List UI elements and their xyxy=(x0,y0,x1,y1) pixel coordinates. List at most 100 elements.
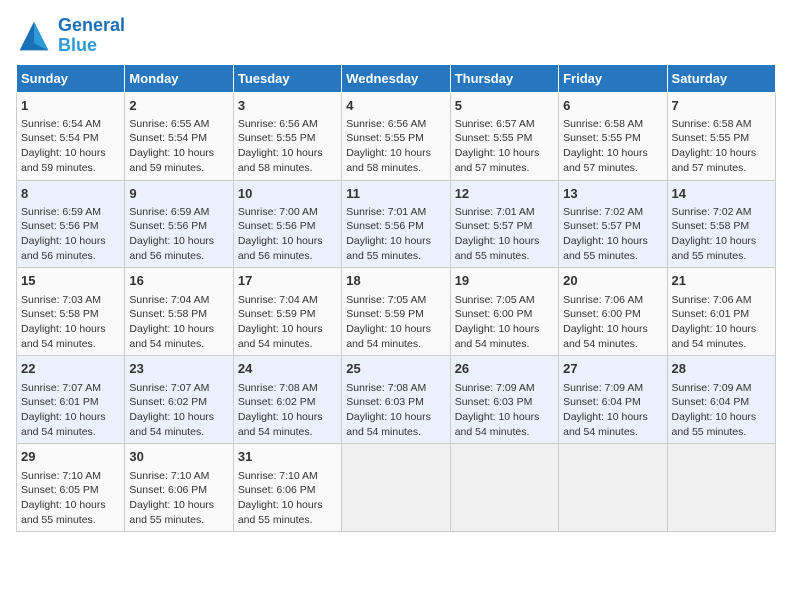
day-details: Sunrise: 6:57 AM Sunset: 5:55 PM Dayligh… xyxy=(455,117,554,176)
day-details: Sunrise: 7:05 AM Sunset: 5:59 PM Dayligh… xyxy=(346,293,445,352)
table-row: 30 Sunrise: 7:10 AM Sunset: 6:06 PM Dayl… xyxy=(125,444,233,532)
day-details: Sunrise: 7:09 AM Sunset: 6:04 PM Dayligh… xyxy=(672,381,771,440)
day-number: 19 xyxy=(455,272,554,290)
day-details: Sunrise: 7:07 AM Sunset: 6:01 PM Dayligh… xyxy=(21,381,120,440)
day-details: Sunrise: 6:58 AM Sunset: 5:55 PM Dayligh… xyxy=(672,117,771,176)
table-row: 31 Sunrise: 7:10 AM Sunset: 6:06 PM Dayl… xyxy=(233,444,341,532)
day-number: 29 xyxy=(21,448,120,466)
table-row: 21 Sunrise: 7:06 AM Sunset: 6:01 PM Dayl… xyxy=(667,268,775,356)
day-details: Sunrise: 7:06 AM Sunset: 6:00 PM Dayligh… xyxy=(563,293,662,352)
calendar-header-row: SundayMondayTuesdayWednesdayThursdayFrid… xyxy=(17,64,776,92)
table-row: 5 Sunrise: 6:57 AM Sunset: 5:55 PM Dayli… xyxy=(450,92,558,180)
day-of-week-header: Saturday xyxy=(667,64,775,92)
day-number: 1 xyxy=(21,97,120,115)
day-details: Sunrise: 6:55 AM Sunset: 5:54 PM Dayligh… xyxy=(129,117,228,176)
day-number: 21 xyxy=(672,272,771,290)
day-number: 17 xyxy=(238,272,337,290)
day-details: Sunrise: 7:01 AM Sunset: 5:57 PM Dayligh… xyxy=(455,205,554,264)
day-details: Sunrise: 7:02 AM Sunset: 5:58 PM Dayligh… xyxy=(672,205,771,264)
day-of-week-header: Tuesday xyxy=(233,64,341,92)
day-number: 15 xyxy=(21,272,120,290)
table-row: 14 Sunrise: 7:02 AM Sunset: 5:58 PM Dayl… xyxy=(667,180,775,268)
table-row: 7 Sunrise: 6:58 AM Sunset: 5:55 PM Dayli… xyxy=(667,92,775,180)
day-details: Sunrise: 7:02 AM Sunset: 5:57 PM Dayligh… xyxy=(563,205,662,264)
day-number: 27 xyxy=(563,360,662,378)
table-row: 27 Sunrise: 7:09 AM Sunset: 6:04 PM Dayl… xyxy=(559,356,667,444)
day-number: 2 xyxy=(129,97,228,115)
day-number: 12 xyxy=(455,185,554,203)
logo: General Blue xyxy=(16,16,125,56)
table-row xyxy=(667,444,775,532)
page-header: General Blue xyxy=(16,16,776,56)
day-number: 30 xyxy=(129,448,228,466)
day-number: 6 xyxy=(563,97,662,115)
calendar-week-row: 8 Sunrise: 6:59 AM Sunset: 5:56 PM Dayli… xyxy=(17,180,776,268)
day-details: Sunrise: 7:08 AM Sunset: 6:02 PM Dayligh… xyxy=(238,381,337,440)
day-details: Sunrise: 6:54 AM Sunset: 5:54 PM Dayligh… xyxy=(21,117,120,176)
day-details: Sunrise: 7:10 AM Sunset: 6:06 PM Dayligh… xyxy=(238,469,337,528)
table-row: 6 Sunrise: 6:58 AM Sunset: 5:55 PM Dayli… xyxy=(559,92,667,180)
day-of-week-header: Thursday xyxy=(450,64,558,92)
day-details: Sunrise: 7:04 AM Sunset: 5:59 PM Dayligh… xyxy=(238,293,337,352)
day-number: 31 xyxy=(238,448,337,466)
table-row: 22 Sunrise: 7:07 AM Sunset: 6:01 PM Dayl… xyxy=(17,356,125,444)
day-details: Sunrise: 7:04 AM Sunset: 5:58 PM Dayligh… xyxy=(129,293,228,352)
table-row: 13 Sunrise: 7:02 AM Sunset: 5:57 PM Dayl… xyxy=(559,180,667,268)
day-details: Sunrise: 7:03 AM Sunset: 5:58 PM Dayligh… xyxy=(21,293,120,352)
day-number: 5 xyxy=(455,97,554,115)
table-row: 28 Sunrise: 7:09 AM Sunset: 6:04 PM Dayl… xyxy=(667,356,775,444)
day-number: 13 xyxy=(563,185,662,203)
day-number: 3 xyxy=(238,97,337,115)
table-row: 18 Sunrise: 7:05 AM Sunset: 5:59 PM Dayl… xyxy=(342,268,450,356)
day-details: Sunrise: 6:58 AM Sunset: 5:55 PM Dayligh… xyxy=(563,117,662,176)
table-row xyxy=(559,444,667,532)
day-details: Sunrise: 7:05 AM Sunset: 6:00 PM Dayligh… xyxy=(455,293,554,352)
table-row: 19 Sunrise: 7:05 AM Sunset: 6:00 PM Dayl… xyxy=(450,268,558,356)
table-row: 16 Sunrise: 7:04 AM Sunset: 5:58 PM Dayl… xyxy=(125,268,233,356)
day-details: Sunrise: 6:59 AM Sunset: 5:56 PM Dayligh… xyxy=(129,205,228,264)
day-details: Sunrise: 7:08 AM Sunset: 6:03 PM Dayligh… xyxy=(346,381,445,440)
day-number: 22 xyxy=(21,360,120,378)
day-number: 20 xyxy=(563,272,662,290)
day-number: 4 xyxy=(346,97,445,115)
day-number: 25 xyxy=(346,360,445,378)
table-row: 29 Sunrise: 7:10 AM Sunset: 6:05 PM Dayl… xyxy=(17,444,125,532)
calendar-week-row: 1 Sunrise: 6:54 AM Sunset: 5:54 PM Dayli… xyxy=(17,92,776,180)
table-row: 1 Sunrise: 6:54 AM Sunset: 5:54 PM Dayli… xyxy=(17,92,125,180)
table-row: 12 Sunrise: 7:01 AM Sunset: 5:57 PM Dayl… xyxy=(450,180,558,268)
day-number: 14 xyxy=(672,185,771,203)
day-number: 28 xyxy=(672,360,771,378)
day-number: 9 xyxy=(129,185,228,203)
table-row xyxy=(450,444,558,532)
day-number: 8 xyxy=(21,185,120,203)
day-details: Sunrise: 7:00 AM Sunset: 5:56 PM Dayligh… xyxy=(238,205,337,264)
table-row: 9 Sunrise: 6:59 AM Sunset: 5:56 PM Dayli… xyxy=(125,180,233,268)
day-details: Sunrise: 7:09 AM Sunset: 6:03 PM Dayligh… xyxy=(455,381,554,440)
logo-text: General Blue xyxy=(58,16,125,56)
day-details: Sunrise: 6:59 AM Sunset: 5:56 PM Dayligh… xyxy=(21,205,120,264)
day-number: 11 xyxy=(346,185,445,203)
table-row: 15 Sunrise: 7:03 AM Sunset: 5:58 PM Dayl… xyxy=(17,268,125,356)
table-row: 25 Sunrise: 7:08 AM Sunset: 6:03 PM Dayl… xyxy=(342,356,450,444)
day-details: Sunrise: 7:10 AM Sunset: 6:06 PM Dayligh… xyxy=(129,469,228,528)
table-row: 11 Sunrise: 7:01 AM Sunset: 5:56 PM Dayl… xyxy=(342,180,450,268)
table-row xyxy=(342,444,450,532)
table-row: 24 Sunrise: 7:08 AM Sunset: 6:02 PM Dayl… xyxy=(233,356,341,444)
table-row: 8 Sunrise: 6:59 AM Sunset: 5:56 PM Dayli… xyxy=(17,180,125,268)
day-of-week-header: Wednesday xyxy=(342,64,450,92)
day-number: 26 xyxy=(455,360,554,378)
table-row: 23 Sunrise: 7:07 AM Sunset: 6:02 PM Dayl… xyxy=(125,356,233,444)
day-details: Sunrise: 7:10 AM Sunset: 6:05 PM Dayligh… xyxy=(21,469,120,528)
day-number: 23 xyxy=(129,360,228,378)
table-row: 3 Sunrise: 6:56 AM Sunset: 5:55 PM Dayli… xyxy=(233,92,341,180)
table-row: 17 Sunrise: 7:04 AM Sunset: 5:59 PM Dayl… xyxy=(233,268,341,356)
table-row: 2 Sunrise: 6:55 AM Sunset: 5:54 PM Dayli… xyxy=(125,92,233,180)
day-number: 10 xyxy=(238,185,337,203)
day-of-week-header: Friday xyxy=(559,64,667,92)
day-number: 24 xyxy=(238,360,337,378)
calendar-body: 1 Sunrise: 6:54 AM Sunset: 5:54 PM Dayli… xyxy=(17,92,776,532)
day-of-week-header: Sunday xyxy=(17,64,125,92)
day-details: Sunrise: 7:06 AM Sunset: 6:01 PM Dayligh… xyxy=(672,293,771,352)
day-details: Sunrise: 7:01 AM Sunset: 5:56 PM Dayligh… xyxy=(346,205,445,264)
day-details: Sunrise: 6:56 AM Sunset: 5:55 PM Dayligh… xyxy=(238,117,337,176)
